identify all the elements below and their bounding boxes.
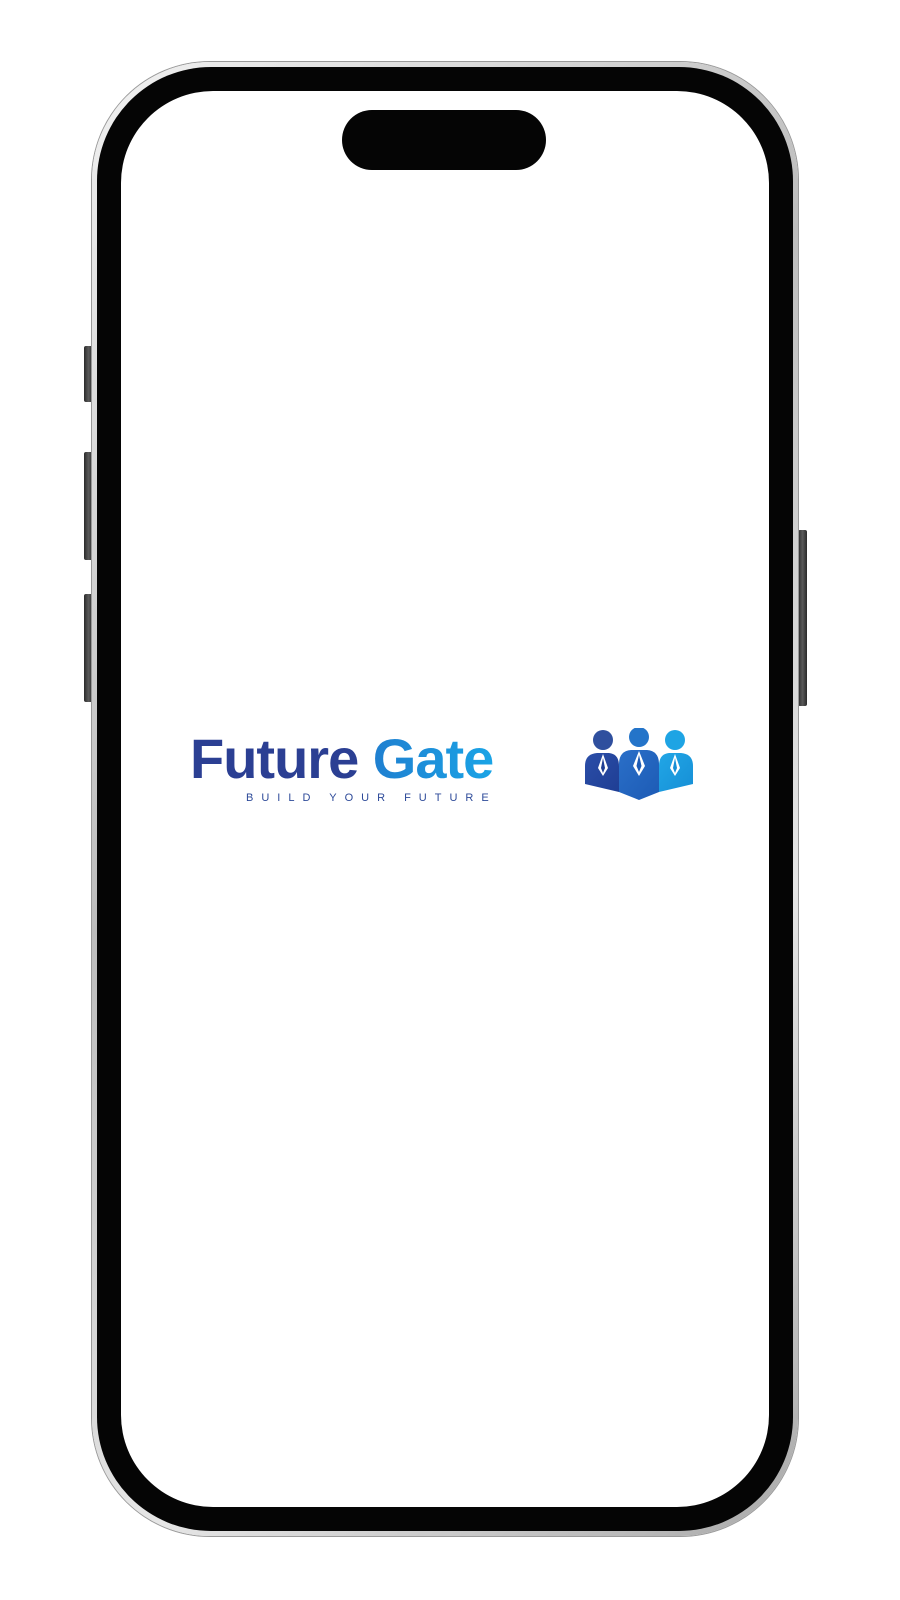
stage: Future Gate BUILD YOUR FUTURE — [0, 0, 900, 1600]
brand-name-word-1: Future — [190, 727, 359, 790]
brand-tagline: BUILD YOUR FUTURE — [246, 792, 497, 804]
people-group-icon — [585, 728, 693, 800]
brand-name: Future Gate — [190, 727, 494, 790]
power-button — [798, 530, 807, 706]
brand-logo: Future Gate BUILD YOUR FUTURE — [190, 728, 710, 824]
brand-name-word-2: Gate — [372, 727, 494, 790]
dynamic-island — [342, 110, 546, 170]
